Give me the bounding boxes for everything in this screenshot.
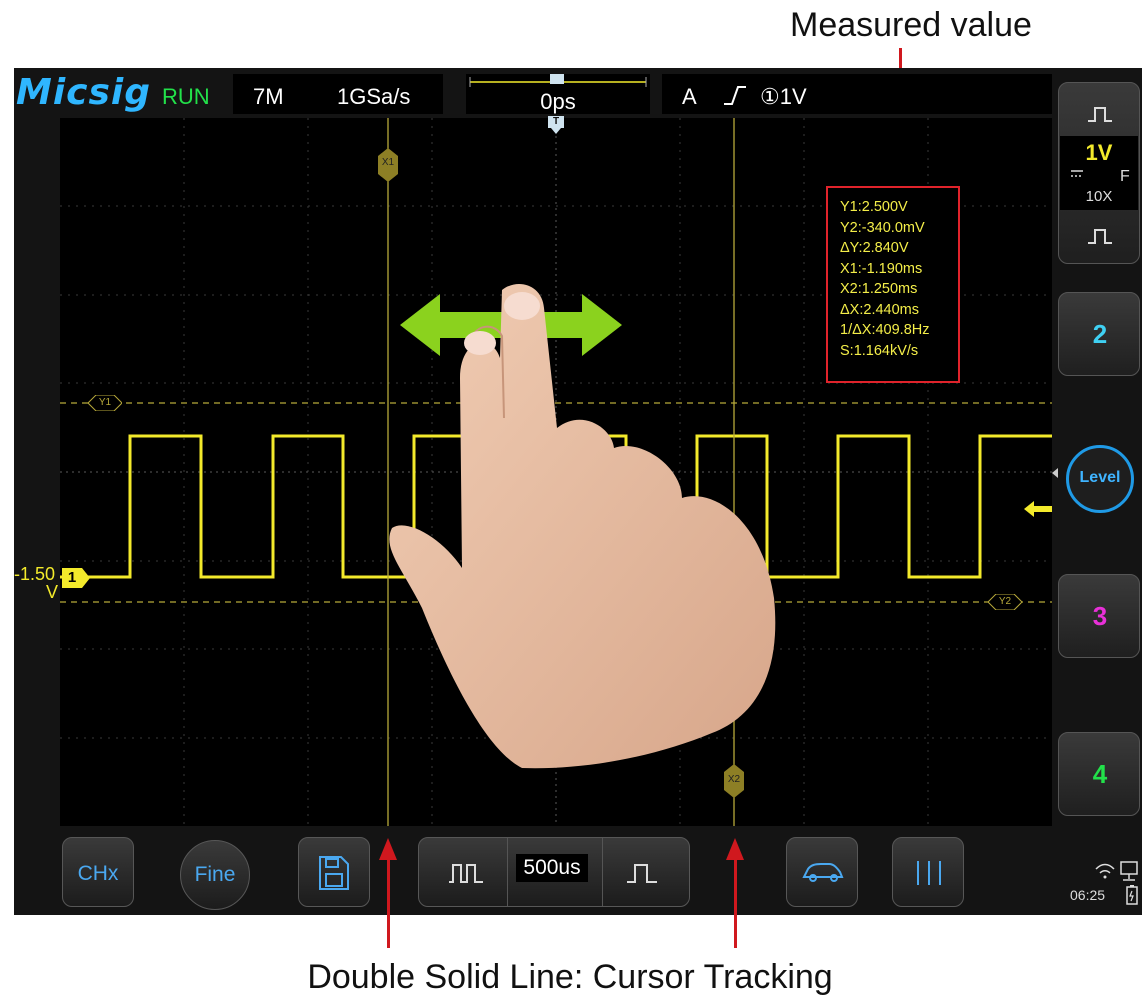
ch3-label: 3 [1092,601,1108,631]
ch1-marker-label: 1 [67,569,77,586]
ch1-volts-per-div: 1V [1085,140,1113,165]
compress-wave-icon [449,864,483,883]
annotation-measured-value: Measured value [790,6,1032,44]
ch1-probe-ratio: 10X [1085,188,1113,205]
cursor-measurement-panel: Y1:2.500V Y2:-340.0mV ΔY:2.840V X1:-1.19… [826,186,960,383]
cursor-icon [917,861,941,885]
fine-button[interactable]: Fine [180,840,250,910]
ch1-offset-unit: V [46,582,59,602]
timebase-control[interactable]: 500us [418,837,690,907]
chx-label: CHx [77,862,119,885]
ch2-button[interactable]: 2 [1058,292,1140,376]
measurement-y1: Y1:2.500V [840,199,908,215]
measurement-slew-rate: S:1.164kV/s [840,342,919,359]
trigger-level-arrow-icon[interactable] [1024,500,1052,518]
expand-wave-icon [627,864,657,883]
annotation-arrowhead-right [726,838,744,860]
timebase-display: 500us [507,838,603,906]
square-wave-icon [1088,107,1112,122]
cursor-button[interactable] [892,837,964,907]
ch3-button[interactable]: 3 [1058,574,1140,658]
hand-gesture-icon [389,284,776,769]
timebase-value: 500us [516,854,588,882]
annotation-arrow-right [734,858,737,948]
ch2-label: 2 [1092,319,1108,349]
y1-label: Y1 [98,397,112,408]
ch4-button[interactable]: 4 [1058,732,1140,816]
clock: 06:25 [1070,887,1106,903]
square-wave-icon [1088,229,1112,244]
annotation-arrowhead-left [379,838,397,860]
dc-coupling-icon [1071,170,1083,177]
save-button[interactable] [298,837,370,907]
level-button[interactable]: Level [1066,445,1134,513]
y2-label: Y2 [998,596,1012,607]
ch1-bandwidth: F [1120,168,1130,185]
sample-rate: 1GSa/s [337,84,411,109]
fine-label: Fine [194,863,236,886]
chx-button[interactable]: CHx [62,837,134,907]
usb-icon [1120,861,1138,881]
memory-position-bar [469,74,647,87]
run-status[interactable]: RUN [162,84,210,110]
save-icon [319,856,349,890]
annotation-arrow-left [387,858,390,948]
measurement-frequency: 1/ΔX:409.8Hz [840,322,930,338]
measurement-x1: X1:-1.190ms [840,260,923,277]
trigger-info[interactable]: A ①1V [662,74,1052,114]
measurement-delta-x: ΔX:2.440ms [840,301,919,318]
wifi-icon [1095,863,1115,879]
rising-edge-icon [724,86,746,105]
measurement-x2: X2:1.250ms [840,281,918,297]
trigger-source: A [682,84,697,109]
brand-logo: Micsig [16,72,152,113]
level-pointer-icon [1052,468,1058,478]
auto-icon [802,863,844,882]
trigger-marker-label: T [552,116,560,127]
auto-button[interactable] [786,837,858,907]
time-position: 0ps [540,89,576,114]
level-label: Level [1079,469,1121,486]
time-position-box[interactable]: 0ps [466,74,650,114]
annotation-cursor-tracking: Double Solid Line: Cursor Tracking [307,958,833,996]
trigger-level: ①1V [760,84,807,109]
ch4-label: 4 [1092,759,1108,789]
acquisition-info[interactable]: 7M 1GSa/s [233,74,443,114]
battery-icon [1126,885,1138,905]
measurement-y2: Y2:-340.0mV [840,219,925,236]
memory-depth: 7M [253,84,284,109]
x1-label: X1 [381,157,395,168]
measurement-delta-y: ΔY:2.840V [840,240,909,256]
